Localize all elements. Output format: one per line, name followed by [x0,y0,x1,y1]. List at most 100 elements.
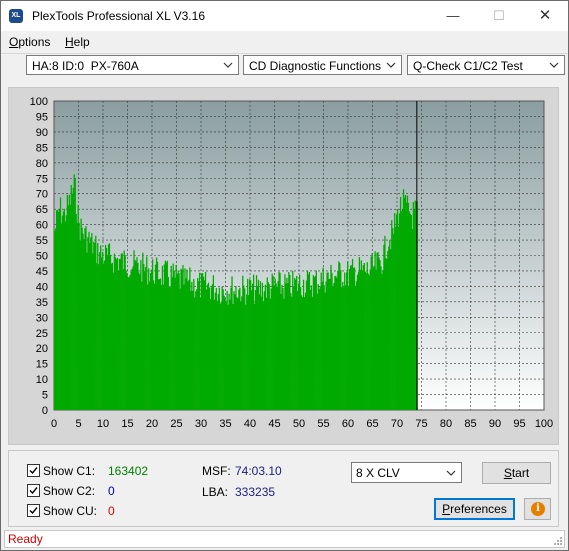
chart-canvas: 0510152025303540455055606570758085909510… [30,96,554,430]
x-tick-label: 30 [195,418,207,430]
chevron-down-icon [223,62,233,68]
status-text: Ready [8,532,43,546]
show-c2-label: Show C2: [43,484,96,498]
show-c1-label: Show C1: [43,464,96,478]
y-tick-label: 65 [36,204,48,216]
info-icon: i [531,502,545,516]
menu-options-label: ptions [18,35,51,49]
close-button[interactable]: ✕ [522,1,568,31]
y-tick-label: 45 [36,266,48,278]
function-select[interactable]: CD Diagnostic Functions [243,55,402,75]
x-tick-label: 90 [489,418,501,430]
start-label: tart [511,466,530,480]
x-tick-label: 40 [244,418,256,430]
drive-select[interactable]: HA:8 ID:0 PX-760A [26,55,239,75]
menu-help-label: elp [73,35,90,49]
msf-label: MSF: [202,464,231,478]
main-window: XL PlexTools Professional XL V3.16 — ☐ ✕… [0,0,569,551]
function-select-value: CD Diagnostic Functions [249,59,382,73]
menu-help-mnemonic: H [65,35,74,49]
y-tick-label: 5 [42,390,48,402]
y-tick-label: 75 [36,173,48,185]
x-tick-label: 60 [342,418,354,430]
x-tick-label: 25 [170,418,182,430]
menu-separator [1,53,568,54]
y-tick-label: 60 [36,220,48,232]
chevron-down-icon [549,62,559,68]
y-tick-label: 35 [36,297,48,309]
info-button[interactable]: i [524,498,551,520]
test-select-value: Q-Check C1/C2 Test [413,59,523,73]
preferences-label: references [450,502,507,516]
menu-help[interactable]: Help [65,35,90,49]
x-tick-label: 85 [464,418,476,430]
y-tick-label: 15 [36,359,48,371]
app-logo-icon: XL [9,9,23,23]
lba-value: 333235 [235,485,276,499]
y-tick-label: 10 [36,374,48,386]
start-mnemonic: S [503,466,512,480]
title-bar: XL PlexTools Professional XL V3.16 — ☐ ✕ [1,1,568,31]
y-tick-label: 80 [36,158,48,170]
x-tick-label: 65 [366,418,378,430]
x-tick-label: 0 [51,418,57,430]
x-tick-label: 75 [415,418,427,430]
msf-value: 74:03.10 [235,464,282,478]
test-select[interactable]: Q-Check C1/C2 Test [407,55,565,75]
y-tick-label: 70 [36,189,48,201]
menu-options[interactable]: Options [9,35,50,49]
x-axis-ticks: 0 5 10 15 20 25 30 35 40 45 50 55 60 65 70 75 80 85 90 95 10… [51,418,553,430]
y-tick-label: 95 [36,111,48,123]
c2-count: 0 [108,484,115,498]
speed-select[interactable]: 8 X CLV [351,462,462,483]
preferences-mnemonic: P [442,502,451,516]
y-tick-label: 20 [36,343,48,355]
preferences-button[interactable]: Preferences [434,498,515,520]
menu-bar: Options Help [1,31,568,53]
x-tick-label: 10 [97,418,109,430]
checkmark-icon [29,467,38,475]
y-axis-ticks: 0 5 10 15 20 25 30 35 40 45 50 55 60 65 70 75 80 85 90 95 10… [30,96,48,417]
show-c1-checkbox[interactable] [27,464,40,477]
x-tick-label: 5 [75,418,81,430]
y-tick-label: 55 [36,235,48,247]
y-tick-label: 0 [42,405,48,417]
x-tick-label: 45 [268,418,280,430]
y-tick-label: 40 [36,281,48,293]
show-c2-checkbox[interactable] [27,484,40,497]
x-tick-label: 35 [219,418,231,430]
x-tick-label: 15 [121,418,133,430]
maximize-button[interactable]: ☐ [476,1,522,31]
checkmark-icon [29,507,38,515]
show-cu-label: Show CU: [43,504,98,518]
chevron-down-icon [386,62,396,68]
c1-count: 163402 [108,464,149,478]
x-tick-label: 55 [317,418,329,430]
y-tick-label: 90 [36,127,48,139]
lba-label: LBA: [202,485,229,499]
speed-select-value: 8 X CLV [356,466,400,480]
show-cu-checkbox[interactable] [27,504,40,517]
window-title: PlexTools Professional XL V3.16 [32,9,205,23]
x-tick-label: 20 [146,418,158,430]
y-tick-label: 100 [30,96,48,108]
y-tick-label: 50 [36,251,48,263]
checkmark-icon [29,487,38,495]
menu-options-mnemonic: O [9,35,19,49]
x-tick-label: 80 [440,418,452,430]
x-tick-label: 95 [513,418,525,430]
status-bar: Ready [4,530,565,548]
y-tick-label: 85 [36,142,48,154]
x-tick-label: 50 [293,418,305,430]
y-tick-label: 25 [36,328,48,340]
minimize-button[interactable]: — [430,1,476,31]
c1-c2-chart: 0 5 10 15 20 25 30 35 40 45 50 55 60 65 70 75 80 85 90 95 10… [8,87,559,445]
drive-select-value: HA:8 ID:0 PX-760A [32,59,139,73]
resize-grip-icon[interactable] [553,536,563,546]
y-tick-label: 30 [36,312,48,324]
start-button[interactable]: Start [482,462,551,484]
chevron-down-icon [446,470,456,476]
x-tick-label: 70 [391,418,403,430]
cu-count: 0 [108,504,115,518]
x-tick-label: 100 [535,418,553,430]
